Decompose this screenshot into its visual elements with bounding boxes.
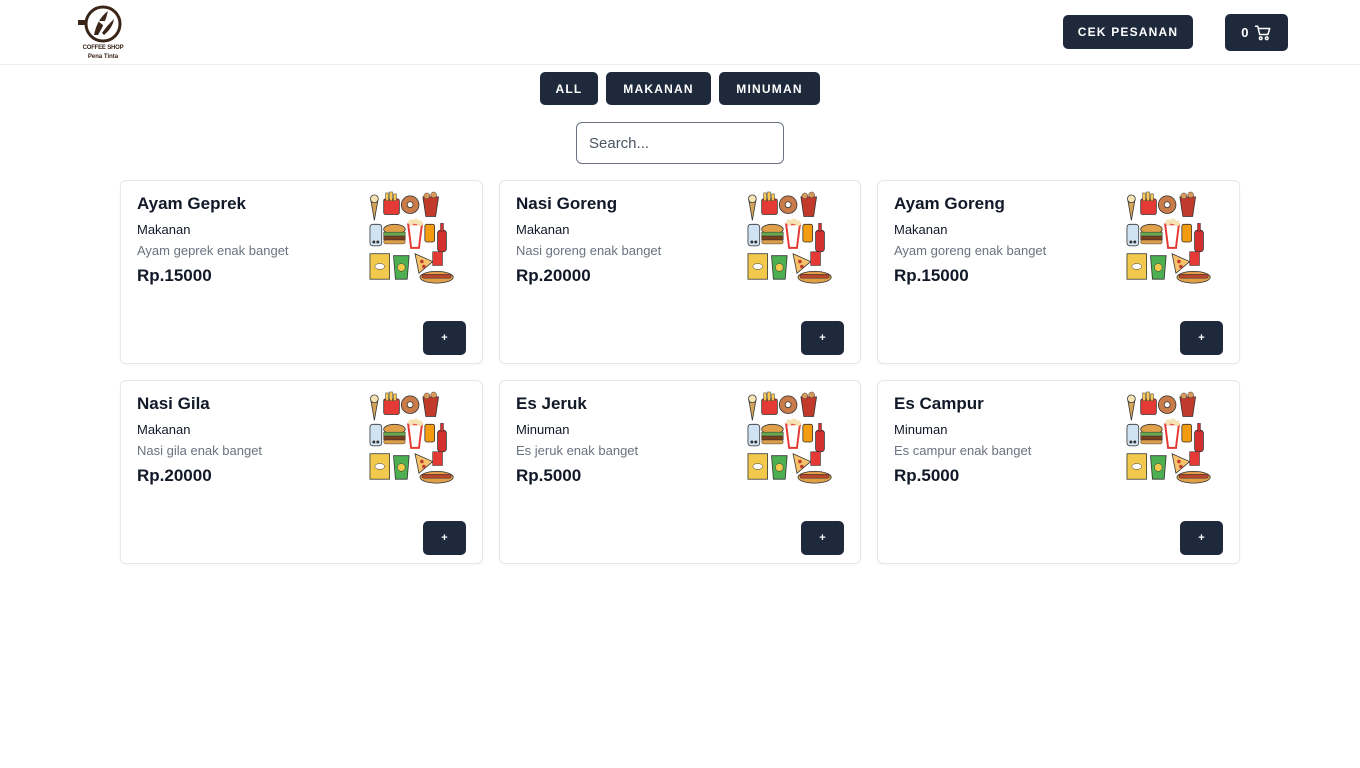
search-input[interactable] [576, 122, 784, 164]
product-price: Rp.15000 [137, 266, 212, 285]
product-name: Ayam Goreng [894, 194, 1005, 213]
product-card: Es Jeruk Minuman Es jeruk enak banget Rp.50… [499, 380, 861, 564]
product-image [746, 391, 844, 489]
product-price: Rp.15000 [894, 266, 969, 285]
filter-minuman-button[interactable]: MINUMAN [719, 72, 820, 105]
cart-count: 0 [1241, 25, 1250, 40]
product-grid: Ayam Geprek Makanan Ayam geprek enak bange… [120, 180, 1240, 564]
logo-text-line1: COFFEE SHOP [82, 45, 124, 51]
product-description: Ayam goreng enak banget [894, 243, 1047, 258]
product-category: Makanan [137, 222, 191, 237]
product-category: Makanan [894, 222, 948, 237]
product-price: Rp.5000 [516, 466, 582, 485]
food-illustration-icon [369, 391, 454, 484]
product-image [368, 191, 466, 289]
cart-button[interactable]: 0 [1225, 14, 1288, 51]
filter-all-button[interactable]: ALL [540, 72, 598, 105]
coffee-cup-icon [78, 5, 122, 43]
product-name: Nasi Gila [137, 394, 210, 413]
product-image [1125, 391, 1223, 489]
cek-pesanan-button[interactable]: CEK PESANAN [1063, 15, 1193, 49]
product-price: Rp.20000 [137, 466, 212, 485]
category-filters: ALL MAKANAN MINUMAN [540, 72, 820, 105]
food-illustration-icon [747, 391, 832, 484]
product-image [368, 391, 466, 489]
product-description: Nasi goreng enak banget [516, 243, 662, 258]
product-name: Es Campur [894, 394, 984, 413]
product-card: Es Campur Minuman Es campur enak banget Rp.… [877, 380, 1240, 564]
product-name: Es Jeruk [516, 394, 587, 413]
product-image [746, 191, 844, 289]
product-category: Makanan [137, 422, 191, 437]
coffee-shop-logo[interactable]: COFFEE SHOP Pena Tinta [78, 5, 128, 63]
product-card: Nasi Gila Makanan Nasi gila enak banget Rp.… [120, 380, 483, 564]
product-card: Ayam Goreng Makanan Ayam goreng enak bange… [877, 180, 1240, 364]
product-category: Minuman [894, 422, 948, 437]
food-illustration-icon [747, 191, 832, 284]
add-to-cart-button[interactable]: + [801, 521, 844, 555]
product-card: Nasi Goreng Makanan Nasi goreng enak bange… [499, 180, 861, 364]
logo-text-line2: Pena Tinta [87, 54, 119, 60]
product-description: Nasi gila enak banget [137, 443, 263, 458]
food-illustration-icon [1126, 191, 1211, 284]
add-to-cart-button[interactable]: + [423, 521, 466, 555]
add-to-cart-button[interactable]: + [423, 321, 466, 355]
product-category: Minuman [516, 422, 570, 437]
add-to-cart-button[interactable]: + [801, 321, 844, 355]
filter-makanan-button[interactable]: MAKANAN [606, 72, 711, 105]
shopping-cart-icon [1254, 25, 1271, 40]
navbar: COFFEE SHOP Pena Tinta CEK PESANAN 0 [0, 0, 1360, 65]
product-category: Makanan [516, 222, 570, 237]
product-name: Nasi Goreng [516, 194, 618, 213]
food-illustration-icon [1126, 391, 1211, 484]
add-to-cart-button[interactable]: + [1180, 521, 1223, 555]
product-image [1125, 191, 1223, 289]
product-price: Rp.20000 [516, 266, 591, 285]
food-illustration-icon [369, 191, 454, 284]
product-description: Ayam geprek enak banget [137, 243, 289, 258]
add-to-cart-button[interactable]: + [1180, 321, 1223, 355]
product-description: Es campur enak banget [894, 443, 1032, 458]
product-name: Ayam Geprek [137, 194, 246, 213]
product-description: Es jeruk enak banget [516, 443, 639, 458]
product-card: Ayam Geprek Makanan Ayam geprek enak bange… [120, 180, 483, 364]
product-price: Rp.5000 [894, 466, 960, 485]
